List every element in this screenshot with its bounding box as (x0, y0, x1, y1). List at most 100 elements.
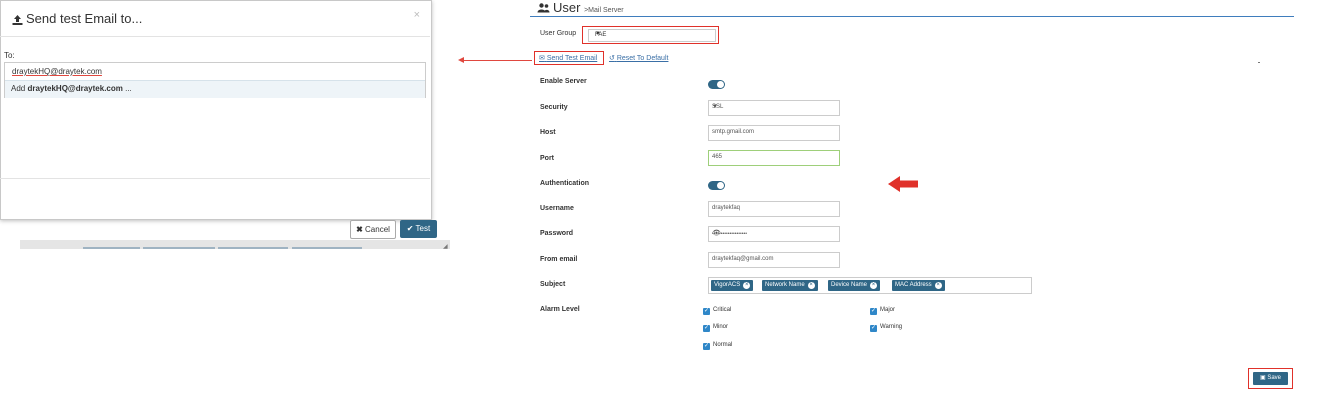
chevron-down-icon: ▼ (712, 104, 718, 110)
alarm-minor-checkbox[interactable]: ✓ Minor (703, 324, 728, 332)
suggestion-email: draytekHQ@draytek.com (27, 84, 123, 93)
page-title: User >Mail Server (537, 0, 624, 15)
checkbox-label: Critical (713, 307, 732, 313)
eye-icon[interactable]: 👁 (712, 229, 835, 237)
checkbox-checked-icon: ✓ (870, 325, 877, 332)
reset-to-default-link[interactable]: ↺ Reset To Default (609, 54, 668, 62)
host-label: Host (540, 129, 556, 136)
tab-strip (143, 247, 215, 249)
send-test-email-dialog: Send test Email to... × To: draytekHQ@dr… (0, 0, 432, 220)
suggestion-prefix: Add (11, 84, 28, 93)
chevron-down-icon: ▼ (595, 31, 601, 37)
authentication-toggle[interactable] (708, 181, 725, 190)
remove-tag-icon[interactable]: × (743, 282, 751, 289)
send-test-email-label: Send Test Email (546, 55, 598, 62)
users-icon (537, 3, 550, 13)
test-label: Test (415, 224, 431, 233)
alarm-warning-checkbox[interactable]: ✓ Warning (870, 324, 902, 332)
from-email-input[interactable]: draytekfaq@gmail.com (708, 252, 840, 268)
username-input[interactable]: draytekfaq (708, 201, 840, 217)
remove-tag-icon[interactable]: × (870, 282, 878, 289)
host-input[interactable]: smtp.gmail.com (708, 125, 840, 141)
alarm-critical-checkbox[interactable]: ✓ Critical (703, 307, 731, 315)
security-select[interactable]: SSL ▼ (708, 100, 840, 116)
security-label: Security (540, 104, 568, 111)
checkbox-checked-icon: ✓ (870, 308, 877, 315)
port-input[interactable]: 465 (708, 150, 840, 166)
checkbox-label: Normal (713, 342, 733, 348)
remove-tag-icon[interactable]: × (934, 282, 942, 289)
suggestion-suffix: ... (122, 84, 132, 93)
checkbox-checked-icon: ✓ (703, 325, 710, 332)
checkbox-label: Warning (880, 324, 903, 330)
title-divider (530, 16, 1294, 17)
user-group-highlight: FAE ▼ (582, 26, 719, 44)
cancel-button[interactable]: ✖ Cancel (350, 220, 396, 239)
alarm-level-label: Alarm Level (540, 306, 580, 313)
tab-strip (292, 247, 362, 249)
tab-strip (83, 247, 140, 249)
connector-arrowhead-icon (458, 57, 464, 63)
dialog-bottom-bar: ◢ (20, 240, 450, 250)
port-value: 465 (712, 154, 723, 160)
save-button[interactable]: ▣ Save (1253, 372, 1288, 385)
subject-tag: VigorACS × (711, 280, 754, 291)
dialog-title-text: Send test Email to... (26, 11, 143, 26)
recipient-entry[interactable]: draytekHQ@draytek.com (12, 67, 102, 76)
checkbox-label: Major (880, 307, 896, 313)
suggestion-text: Add draytekHQ@draytek.com ... (11, 84, 132, 93)
user-group-label: User Group (540, 30, 577, 37)
password-input[interactable]: •••••••••••••••••••• 👁 (708, 226, 840, 242)
dialog-footer-divider (0, 178, 430, 179)
subject-tag-label: Network Name (765, 282, 805, 288)
connector-line (462, 60, 532, 61)
stray-mark (1258, 62, 1260, 63)
x-icon: ✖ (356, 225, 363, 234)
resize-handle-icon[interactable]: ◢ (443, 243, 448, 250)
dialog-header: Send test Email to... × (0, 0, 430, 37)
checkbox-checked-icon: ✓ (703, 308, 710, 315)
cancel-label: Cancel (365, 225, 390, 234)
enable-server-label: Enable Server (540, 78, 587, 85)
password-label: Password (540, 230, 574, 237)
alarm-major-checkbox[interactable]: ✓ Major (870, 307, 895, 315)
subject-tag-input[interactable]: VigorACS × Network Name × Device Name × MAC… (708, 277, 1032, 294)
page-title-text: User (553, 0, 581, 15)
tab-strip (218, 247, 288, 249)
from-email-label: From email (540, 256, 578, 263)
breadcrumb: >Mail Server (584, 7, 624, 14)
checkbox-label: Minor (713, 324, 729, 330)
host-value: smtp.gmail.com (712, 129, 755, 135)
to-label: To: (4, 51, 15, 60)
username-value: draytekfaq (712, 205, 741, 211)
subject-label: Subject (540, 281, 566, 288)
subject-tag: Network Name × (762, 280, 818, 291)
envelope-icon: ✉ (539, 55, 545, 62)
recipient-input[interactable]: draytekHQ@draytek.com Add draytekHQ@dray… (4, 62, 426, 98)
close-icon[interactable]: × (414, 9, 420, 21)
reset-to-default-label: Reset To Default (616, 55, 669, 62)
alarm-normal-checkbox[interactable]: ✓ Normal (703, 342, 732, 350)
annotation-arrow-icon (888, 176, 918, 192)
username-label: Username (540, 205, 574, 212)
check-icon: ✔ (406, 224, 414, 233)
save-highlight: ▣ Save (1248, 368, 1293, 389)
test-button[interactable]: ✔ Test (400, 220, 437, 238)
upload-icon (12, 15, 23, 25)
user-group-select[interactable]: FAE ▼ (588, 29, 716, 42)
save-label: Save (1267, 375, 1282, 381)
enable-server-toggle[interactable] (708, 80, 725, 89)
subject-tag: MAC Address × (892, 280, 945, 291)
dialog-title: Send test Email to... (12, 11, 142, 26)
undo-icon: ↺ (609, 55, 615, 62)
send-test-email-link[interactable]: ✉ Send Test Email (539, 54, 597, 62)
subject-tag-label: VigorACS (714, 282, 741, 288)
from-email-value: draytekfaq@gmail.com (712, 256, 774, 262)
checkbox-checked-icon: ✓ (703, 343, 710, 350)
port-label: Port (540, 155, 554, 162)
subject-tag-label: Device Name (831, 282, 868, 288)
subject-tag: Device Name × (828, 280, 881, 291)
remove-tag-icon[interactable]: × (807, 282, 815, 289)
add-recipient-suggestion[interactable]: Add draytekHQ@draytek.com ... (5, 80, 425, 98)
authentication-label: Authentication (540, 180, 589, 187)
